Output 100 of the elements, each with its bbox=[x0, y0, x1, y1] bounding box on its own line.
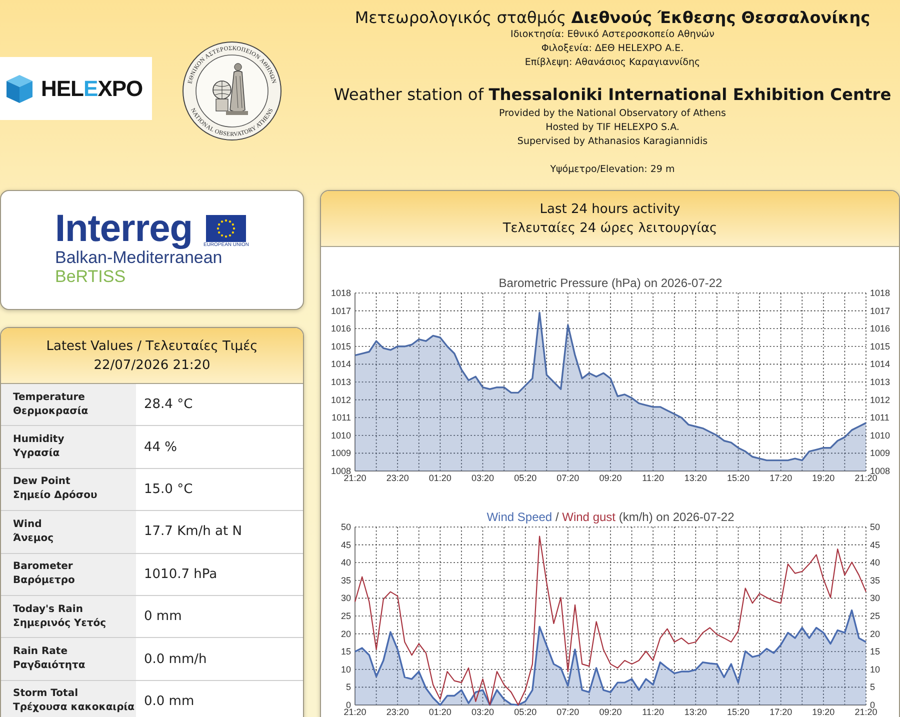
chart-title: Wind Speed / Wind gust (km/h) on 2026-07-22 bbox=[486, 510, 734, 524]
axis-tick-label: 23:20 bbox=[386, 707, 409, 717]
axis-tick-label: 20 bbox=[340, 628, 351, 639]
axis-tick-label: 03:20 bbox=[471, 473, 494, 483]
axis-tick-label: 1016 bbox=[870, 324, 890, 334]
measurement-label: Dew Point Σημείο Δρόσου bbox=[1, 468, 136, 510]
axis-tick-label: 11:20 bbox=[642, 473, 664, 483]
axis-tick-label: 21:20 bbox=[854, 707, 878, 717]
axis-tick-label: 1018 bbox=[870, 288, 890, 298]
axis-tick-label: 35 bbox=[870, 575, 880, 586]
axis-tick-label: 10 bbox=[340, 664, 351, 674]
axis-tick-label: 50 bbox=[870, 522, 880, 532]
axis-tick-label: 1009 bbox=[870, 448, 890, 458]
station-info-line: Hosted by TIF HELEXPO S.A. bbox=[546, 121, 680, 135]
axis-tick-label: 15 bbox=[870, 646, 880, 657]
axis-tick-label: 15 bbox=[340, 646, 351, 657]
axis-tick-label: 07:20 bbox=[556, 473, 580, 483]
axis-tick-label: 23:20 bbox=[386, 473, 409, 483]
axis-tick-label: 30 bbox=[870, 593, 880, 604]
logo-text: HELEXPO bbox=[41, 76, 143, 102]
axis-tick-label: 1012 bbox=[870, 394, 890, 405]
measurement-label: Humidity Υγρασία bbox=[1, 426, 136, 468]
axis-tick-label: 1013 bbox=[870, 377, 890, 387]
axis-tick-label: 21:20 bbox=[344, 707, 366, 717]
measurement-label: Today's Rain Σημερινός Υετός bbox=[1, 596, 136, 638]
station-title: Μετεωρολογικός σταθμός Διεθνούς Έκθεσης Θεσσαλονίκης bbox=[354, 8, 870, 28]
axis-tick-label: 25 bbox=[870, 611, 880, 621]
axis-tick-label: 1014 bbox=[870, 359, 890, 370]
axis-tick-label: 45 bbox=[870, 540, 880, 550]
elevation-text: Υψόμετρο/Elevation: 29 m bbox=[550, 163, 675, 177]
measurement-value: 17.7 Km/h at N bbox=[143, 523, 243, 542]
axis-tick-label: 13:20 bbox=[684, 473, 707, 483]
axis-tick-label: 21:20 bbox=[854, 473, 878, 483]
axis-tick-label: 0 bbox=[346, 700, 351, 710]
axis-tick-label: 1016 bbox=[330, 324, 351, 334]
axis-tick-label: 25 bbox=[340, 611, 351, 621]
measurement-value: 1010.7 hPa bbox=[143, 566, 218, 584]
measurement-label: Wind Άνεμος bbox=[1, 511, 136, 553]
project-name: BeRTISS bbox=[55, 267, 126, 286]
axis-tick-label: 5 bbox=[870, 682, 876, 692]
measurement-value: 44 % bbox=[143, 438, 178, 457]
axis-tick-label: 07:20 bbox=[556, 707, 580, 717]
axis-tick-label: 11:20 bbox=[642, 707, 664, 717]
measurement-value: 0 mm bbox=[143, 608, 183, 626]
axis-tick-label: 1018 bbox=[330, 288, 351, 298]
axis-tick-label: 1015 bbox=[330, 341, 351, 352]
axis-tick-label: 35 bbox=[340, 575, 351, 586]
axis-tick-label: 01:20 bbox=[428, 707, 452, 717]
axis-tick-label: 19:20 bbox=[812, 473, 835, 483]
axis-tick-label: 20 bbox=[870, 628, 880, 639]
axis-tick-label: 0 bbox=[870, 700, 876, 710]
axis-tick-label: 19:20 bbox=[812, 707, 835, 717]
axis-tick-label: 1010 bbox=[330, 430, 351, 440]
axis-tick-label: 09:20 bbox=[599, 707, 622, 717]
station-info-line: Ιδιοκτησία: Εθνικό Αστεροσκοπείο Αθηνών bbox=[510, 28, 714, 42]
station-info-line: Επίβλεψη: Αθανάσιος Καραγιαννίδης bbox=[524, 56, 700, 70]
axis-tick-label: 05:20 bbox=[514, 473, 537, 483]
axis-tick-label: 1015 bbox=[870, 341, 890, 352]
measurement-value: 0.0 mm bbox=[143, 692, 196, 711]
measurement-label: Temperature Θερμοκρασία bbox=[1, 384, 136, 426]
eu-flag-icon bbox=[206, 215, 246, 242]
axis-tick-label: 40 bbox=[870, 558, 880, 568]
axis-tick-label: 30 bbox=[340, 593, 351, 604]
axis-tick-label: 5 bbox=[346, 682, 351, 692]
station-info-line: Φιλοξενία: ΔΕΘ HELEXPO Α.Ε. bbox=[541, 42, 684, 56]
timestamp: 22/07/2026 21:20 bbox=[94, 356, 210, 374]
measurement-label: Rain Rate Ραγδαιότητα bbox=[1, 638, 136, 680]
axis-tick-label: 17:20 bbox=[770, 707, 792, 717]
axis-tick-label: 21:20 bbox=[344, 473, 366, 483]
card-title: Τελευταίες 24 ώρες λειτουργίας bbox=[502, 220, 718, 238]
axis-tick-label: 15:20 bbox=[726, 473, 750, 483]
measurement-value: 15.0 °C bbox=[143, 480, 194, 499]
axis-tick-label: 40 bbox=[340, 558, 351, 568]
measurement-label: Storm Total Τρέχουσα κακοκαιρία bbox=[1, 680, 136, 717]
chart-title: Barometric Pressure (hPa) on 2026-07-22 bbox=[498, 276, 722, 290]
axis-tick-label: 05:20 bbox=[514, 707, 537, 717]
axis-tick-label: 15:20 bbox=[726, 707, 750, 717]
axis-tick-label: 1017 bbox=[870, 306, 890, 316]
interreg-wordmark: Interreg bbox=[55, 210, 192, 248]
measurement-value: 0.0 mm/h bbox=[143, 650, 208, 669]
station-info-line: Supervised by Athanasios Karagiannidis bbox=[517, 135, 708, 149]
axis-tick-label: 13:20 bbox=[684, 707, 707, 717]
station-title: Weather station of Thessaloniki International Exhibition Centre bbox=[334, 85, 892, 105]
axis-tick-label: 1012 bbox=[330, 394, 351, 405]
station-info-line: Provided by the National Observatory of Athens bbox=[499, 107, 726, 121]
programme-name: Balkan-Mediterranean bbox=[55, 248, 222, 267]
axis-tick-label: 50 bbox=[340, 522, 351, 532]
card-title: Last 24 hours activity bbox=[540, 200, 680, 218]
axis-tick-label: 03:20 bbox=[471, 707, 494, 717]
cube-icon bbox=[5, 74, 34, 104]
axis-tick-label: 09:20 bbox=[599, 473, 622, 483]
axis-tick-label: 1011 bbox=[870, 412, 890, 423]
axis-tick-label: 1010 bbox=[870, 430, 890, 440]
axis-tick-label: 01:20 bbox=[428, 473, 452, 483]
axis-tick-label: 1017 bbox=[330, 306, 351, 316]
card-title: Latest Values / Τελευταίες Τιμές bbox=[46, 338, 258, 356]
axis-tick-label: 10 bbox=[870, 664, 880, 674]
axis-tick-label: 1014 bbox=[330, 359, 351, 370]
axis-tick-label: 1008 bbox=[330, 466, 351, 476]
measurement-label: Barometer Βαρόμετρο bbox=[1, 554, 136, 595]
